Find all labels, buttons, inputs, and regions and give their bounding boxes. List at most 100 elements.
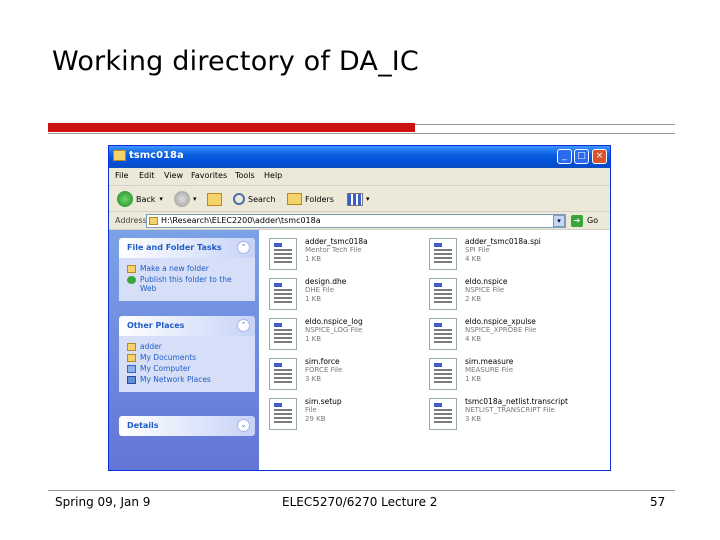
explorer-window: tsmc018a _ □ × File Edit View Favorites … <box>108 145 611 471</box>
file-item[interactable]: eldo.nspice_xpulse NSPICE_XPROBE File 4 … <box>429 316 589 354</box>
file-size: 3 KB <box>305 375 322 383</box>
document-icon <box>269 318 297 350</box>
place-label: My Computer <box>140 364 191 373</box>
close-button[interactable]: × <box>592 149 607 164</box>
document-icon <box>269 358 297 390</box>
folders-button[interactable]: Folders <box>287 189 334 209</box>
file-item[interactable]: sim.force FORCE File 3 KB <box>269 356 429 394</box>
file-name: adder_tsmc018a.spi <box>465 237 541 246</box>
document-icon <box>429 318 457 350</box>
document-icon <box>429 398 457 430</box>
views-button[interactable]: ▾ <box>347 189 370 209</box>
file-type: FORCE File <box>305 366 343 374</box>
window-titlebar[interactable]: tsmc018a _ □ × <box>109 146 610 168</box>
details-panel[interactable]: Details ⌄ <box>119 416 255 436</box>
document-icon <box>269 398 297 430</box>
address-dropdown-button[interactable]: ▾ <box>553 215 565 227</box>
place-my-network-places[interactable]: My Network Places <box>127 375 249 384</box>
file-name: adder_tsmc018a <box>305 237 368 246</box>
search-button[interactable]: Search <box>233 189 275 209</box>
task-make-new-folder[interactable]: Make a new folder <box>127 264 249 273</box>
folders-label: Folders <box>305 194 334 204</box>
file-type: NSPICE_XPROBE File <box>465 326 537 334</box>
file-size: 1 KB <box>305 295 322 303</box>
file-type: Mentor Tech File <box>305 246 362 254</box>
menu-tools[interactable]: Tools <box>235 171 255 180</box>
go-arrow-icon[interactable]: ➔ <box>571 215 583 227</box>
up-folder-button[interactable] <box>207 189 222 209</box>
back-arrow-icon <box>117 191 133 207</box>
place-my-computer[interactable]: My Computer <box>127 364 249 373</box>
task-publish-folder[interactable]: Publish this folder to the Web <box>127 275 249 293</box>
file-folder-tasks-panel: File and Folder Tasks ⌃ Make a new folde… <box>119 238 255 301</box>
address-value: H:\Research\ELEC2200\adder\tsmc018a <box>161 216 321 225</box>
place-my-documents[interactable]: My Documents <box>127 353 249 362</box>
collapse-chevron-icon[interactable]: ⌃ <box>237 319 250 332</box>
go-button[interactable]: Go <box>587 216 598 225</box>
file-size: 3 KB <box>465 415 482 423</box>
place-label: My Documents <box>140 353 197 362</box>
file-item[interactable]: design.dhe DHE File 1 KB <box>269 276 429 314</box>
footer-course: ELEC5270/6270 Lecture 2 <box>282 495 438 509</box>
file-item[interactable]: sim.measure MEASURE File 1 KB <box>429 356 589 394</box>
file-item[interactable]: adder_tsmc018a.spi SPI File 4 KB <box>429 236 589 274</box>
network-places-icon <box>127 376 136 384</box>
place-label: My Network Places <box>140 375 211 384</box>
menu-edit[interactable]: Edit <box>139 171 155 180</box>
panel-header[interactable]: Other Places ⌃ <box>119 316 255 336</box>
search-icon <box>233 193 245 205</box>
file-type: NETLIST_TRANSCRIPT File <box>465 406 555 414</box>
panel-header[interactable]: File and Folder Tasks ⌃ <box>119 238 255 258</box>
title-rule <box>415 124 675 125</box>
menu-file[interactable]: File <box>115 171 128 180</box>
file-name: sim.measure <box>465 357 514 366</box>
task-label: Publish this folder to the Web <box>140 275 232 293</box>
chevron-down-icon: ▾ <box>159 195 163 203</box>
address-input[interactable]: H:\Research\ELEC2200\adder\tsmc018a <box>146 214 566 228</box>
collapse-chevron-icon[interactable]: ⌃ <box>237 241 250 254</box>
file-type: SPI File <box>465 246 490 254</box>
my-computer-icon <box>127 365 136 373</box>
file-name: eldo.nspice_log <box>305 317 363 326</box>
folders-icon <box>287 193 302 205</box>
file-size: 4 KB <box>465 255 482 263</box>
file-item[interactable]: sim.setup File 29 KB <box>269 396 429 434</box>
panel-title: File and Folder Tasks <box>127 243 222 252</box>
file-size: 4 KB <box>465 335 482 343</box>
other-places-panel: Other Places ⌃ adder My Documents My Com… <box>119 316 255 392</box>
folder-icon <box>149 217 158 225</box>
file-item[interactable]: tsmc018a_netlist.transcript NETLIST_TRAN… <box>429 396 589 434</box>
task-pane: File and Folder Tasks ⌃ Make a new folde… <box>109 230 259 470</box>
menu-view[interactable]: View <box>164 171 183 180</box>
address-label: Address <box>115 216 147 225</box>
menu-help[interactable]: Help <box>264 171 282 180</box>
file-name: tsmc018a_netlist.transcript <box>465 397 568 406</box>
file-item[interactable]: adder_tsmc018a Mentor Tech File 1 KB <box>269 236 429 274</box>
expand-chevron-icon[interactable]: ⌄ <box>237 419 250 432</box>
file-name: eldo.nspice <box>465 277 508 286</box>
panel-title: Details <box>127 421 159 430</box>
panel-body: adder My Documents My Computer My Networ… <box>119 336 255 392</box>
slide-title: Working directory of DA_IC <box>52 46 419 77</box>
file-type: MEASURE File <box>465 366 514 374</box>
forward-button[interactable]: ▾ <box>174 189 197 209</box>
task-label: Make a new folder <box>140 264 209 273</box>
chevron-down-icon: ▾ <box>193 195 197 203</box>
file-item[interactable]: eldo.nspice_log NSPICE_LOG File 1 KB <box>269 316 429 354</box>
file-size: 2 KB <box>465 295 482 303</box>
maximize-button[interactable]: □ <box>574 149 589 164</box>
publish-web-icon <box>127 276 136 284</box>
file-item[interactable]: eldo.nspice NSPICE File 2 KB <box>429 276 589 314</box>
folder-icon <box>127 343 136 351</box>
menu-favorites[interactable]: Favorites <box>191 171 227 180</box>
window-title: tsmc018a <box>129 150 184 161</box>
file-size: 1 KB <box>305 255 322 263</box>
folder-icon <box>113 150 126 161</box>
footer-rule <box>48 490 675 491</box>
footer-page-number: 57 <box>650 495 666 509</box>
back-button[interactable]: Back ▾ <box>117 189 163 209</box>
place-adder[interactable]: adder <box>127 342 249 351</box>
minimize-button[interactable]: _ <box>557 149 572 164</box>
footer-date: Spring 09, Jan 9 <box>55 495 151 509</box>
file-name: sim.setup <box>305 397 342 406</box>
